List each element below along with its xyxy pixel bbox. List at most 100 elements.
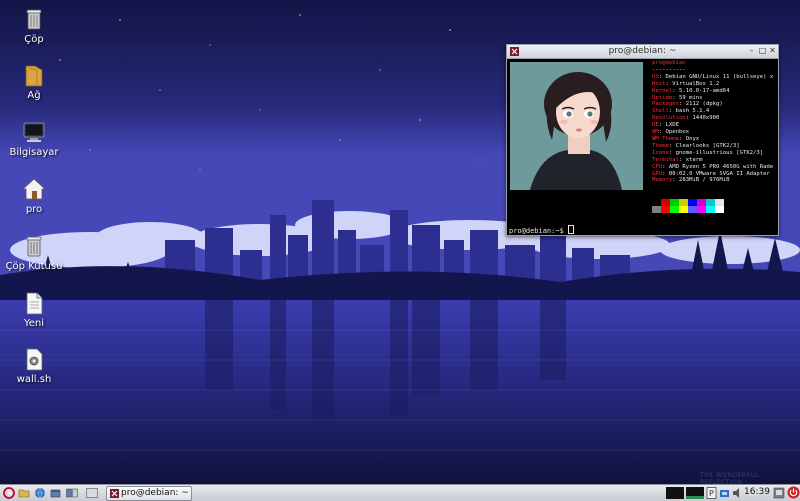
desktop-icon-label: Çöp <box>24 34 44 45</box>
neofetch-value: 1440x900 <box>692 115 720 122</box>
neofetch-row: Packages: 2112 (dpkg) <box>652 101 723 108</box>
terminal-app-icon <box>110 489 119 498</box>
neofetch-key: Packages <box>652 101 679 108</box>
window-titlebar[interactable]: pro@debian: ~ – □ ✕ <box>507 45 778 59</box>
neofetch-value: gnome-illustrious [GTK2/3] <box>675 149 764 156</box>
neofetch-key: Theme <box>652 142 669 149</box>
terminal-window[interactable]: pro@debian: ~ – □ ✕ pro@debian ---------… <box>506 44 779 236</box>
neofetch-row: Kernel: 5.10.0-17-amd64 <box>652 87 730 94</box>
neofetch-value: AMD Ryzen 5 PRO 4650G with Rade <box>668 163 774 170</box>
neofetch-separator: ---------- <box>652 66 686 73</box>
desktop-icon-label: wall.sh <box>16 374 52 385</box>
neofetch-row: Shell: bash 5.1.4 <box>652 108 710 115</box>
neofetch-info: pro@debian ---------- OS: Debian GNU/Lin… <box>652 60 778 184</box>
color-block-row <box>652 199 724 206</box>
neofetch-key: Shell <box>652 108 669 115</box>
trash-icon <box>21 233 47 259</box>
close-button[interactable]: ✕ <box>768 46 777 55</box>
desktop-icon-label: pro <box>25 204 43 215</box>
desktop-icon-home[interactable]: pro <box>4 176 64 215</box>
neofetch-portrait-image <box>510 62 643 190</box>
file-manager-icon[interactable] <box>18 487 30 499</box>
debian-menu-icon[interactable] <box>3 487 15 499</box>
cpu-monitor-icon[interactable] <box>666 487 684 499</box>
desktop-icon-label: Yeni <box>23 318 45 329</box>
minimize-all-windows-icon[interactable] <box>50 487 62 499</box>
color-swatch <box>652 206 661 213</box>
neofetch-header: pro@debian <box>652 60 686 66</box>
neofetch-row: Icons: gnome-illustrious [GTK2/3] <box>652 149 764 156</box>
workspace-pager-icon[interactable] <box>86 487 98 499</box>
neofetch-key: Uptime <box>652 94 673 101</box>
neofetch-row: Theme: Clearlooks [GTK2/3] <box>652 142 740 149</box>
volume-speaker-icon[interactable] <box>732 487 742 499</box>
color-swatch <box>670 206 679 213</box>
neofetch-row: Resolution: 1440x900 <box>652 115 720 122</box>
neofetch-rows: OS: Debian GNU/Linux 11 (bullseye) x Host… <box>652 74 778 185</box>
color-swatch <box>679 206 688 213</box>
neofetch-value: 59 mins <box>678 94 703 101</box>
neofetch-value: bash 5.1.4 <box>675 108 710 115</box>
color-swatch <box>697 206 706 213</box>
neofetch-key: Icons <box>652 149 669 156</box>
window-title: pro@debian: ~ <box>608 46 677 56</box>
task-label: pro@debian: ~ <box>121 488 189 498</box>
prompt-text: pro@debian:~$ <box>509 227 569 235</box>
desktop-icon-label: Çöp Kutusu <box>5 261 63 272</box>
neofetch-value: xterm <box>685 156 703 163</box>
svg-text:P: P <box>709 489 714 498</box>
computer-monitor-icon <box>21 119 47 145</box>
neofetch-row: Uptime: 59 mins <box>652 94 703 101</box>
network-connection-icon[interactable] <box>719 487 731 499</box>
neofetch-key: WM <box>652 129 659 136</box>
desktop-icon-computer[interactable]: Bilgisayar <box>4 119 64 158</box>
neofetch-value: 2112 (dpkg) <box>685 101 723 108</box>
shell-prompt[interactable]: pro@debian:~$ <box>509 225 575 235</box>
desktop-icon-network[interactable]: Ağ <box>4 62 64 101</box>
neofetch-value: Openbox <box>665 129 690 136</box>
desktop-switcher-icon[interactable] <box>66 487 78 499</box>
neofetch-row: Host: VirtualBox 1.2 <box>652 80 720 87</box>
neofetch-row: Memory: 283MiB / 976MiB <box>652 177 730 184</box>
neofetch-value: Onyx <box>685 135 700 142</box>
lock-screen-icon[interactable] <box>773 487 785 499</box>
neofetch-key: Kernel <box>652 87 673 94</box>
neofetch-key: OS <box>652 73 659 80</box>
neofetch-value: Clearlooks [GTK2/3] <box>675 142 740 149</box>
minimize-button[interactable]: – <box>747 46 756 55</box>
script-file-gear-icon <box>21 346 47 372</box>
ram-monitor-icon[interactable] <box>686 487 704 499</box>
power-logout-icon[interactable] <box>787 486 800 499</box>
terminal-output[interactable]: pro@debian ---------- OS: Debian GNU/Lin… <box>507 59 778 235</box>
text-file-icon <box>21 290 47 316</box>
color-swatch <box>715 206 724 213</box>
color-swatch <box>652 199 661 206</box>
neofetch-key: GPU <box>652 170 663 177</box>
desktop-icon-script[interactable]: wall.sh <box>4 346 64 385</box>
taskbar-task-terminal[interactable]: pro@debian: ~ <box>106 486 192 501</box>
color-swatch <box>688 199 697 206</box>
trash-icon <box>21 6 47 32</box>
text-cursor <box>568 225 575 234</box>
color-swatch <box>661 206 670 213</box>
desktop-icon-trash[interactable]: Çöp <box>4 6 64 45</box>
clock[interactable]: 16:39 <box>744 487 770 497</box>
system-tray: P 16:39 <box>664 486 800 500</box>
neofetch-value: Debian GNU/Linux 11 (bullseye) x <box>665 73 774 80</box>
color-swatch <box>688 206 697 213</box>
neofetch-row: WM: Openbox <box>652 129 690 136</box>
neofetch-key: Terminal <box>652 156 679 163</box>
taskbar: pro@debian: ~ P 16:39 <box>0 484 800 501</box>
web-browser-icon[interactable] <box>34 487 46 499</box>
desktop-icon-trash-bin[interactable]: Çöp Kutusu <box>4 233 64 272</box>
desktop-icon-new-file[interactable]: Yeni <box>4 290 64 329</box>
parcellite-clipboard-icon[interactable]: P <box>706 487 717 499</box>
color-swatch <box>706 199 715 206</box>
neofetch-key: Host <box>652 80 666 87</box>
color-swatch <box>670 199 679 206</box>
color-swatch <box>661 199 670 206</box>
color-block-row <box>652 206 724 213</box>
neofetch-row: WM Theme: Onyx <box>652 135 700 142</box>
neofetch-value: LXDE <box>665 122 679 129</box>
maximize-button[interactable]: □ <box>758 46 767 55</box>
